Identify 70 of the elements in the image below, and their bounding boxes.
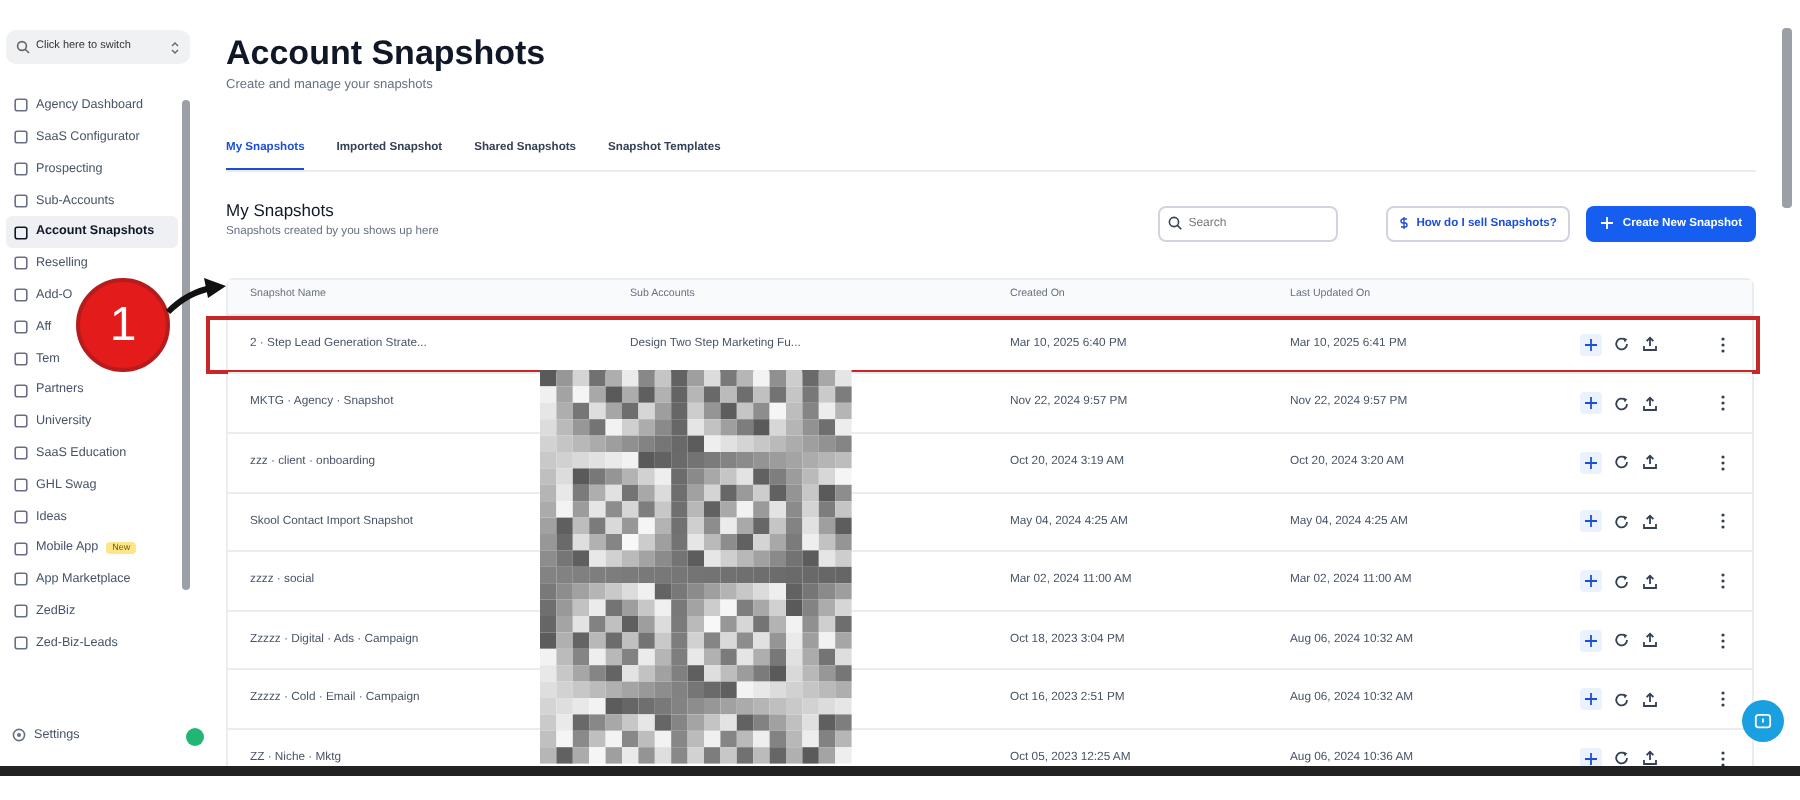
plus-icon xyxy=(1600,216,1615,231)
page-title: Account Snapshots xyxy=(226,36,548,70)
upload-button[interactable] xyxy=(1642,336,1658,353)
chat-icon xyxy=(1754,711,1772,731)
add-button[interactable] xyxy=(1580,629,1602,652)
plus-icon xyxy=(1584,514,1598,529)
upload-button[interactable] xyxy=(1642,632,1658,649)
nav-icon xyxy=(14,319,28,334)
plus-icon xyxy=(1584,337,1598,352)
upload-button[interactable] xyxy=(1642,513,1658,530)
nav-icon xyxy=(14,130,28,145)
nav-icon xyxy=(14,288,28,303)
add-button[interactable] xyxy=(1580,747,1602,766)
upload-button[interactable] xyxy=(1642,395,1658,412)
upload-button[interactable] xyxy=(1642,750,1658,766)
refresh-button[interactable] xyxy=(1614,632,1630,649)
dollar-icon xyxy=(1400,216,1409,231)
more-button[interactable] xyxy=(1720,512,1726,531)
nav-icon xyxy=(14,193,28,208)
nav-icon xyxy=(14,98,28,113)
nav-icon xyxy=(14,604,28,619)
nav-icon xyxy=(14,541,28,556)
status-dot xyxy=(186,728,204,746)
chat-button[interactable] xyxy=(1742,700,1784,742)
refresh-button[interactable] xyxy=(1614,336,1630,353)
add-button[interactable] xyxy=(1580,510,1602,533)
section-title: My Snapshots xyxy=(226,198,336,225)
plus-icon xyxy=(1584,396,1598,411)
more-button[interactable] xyxy=(1720,572,1726,591)
step-number-badge: 1 xyxy=(76,278,170,372)
refresh-button[interactable] xyxy=(1614,395,1630,412)
plus-icon xyxy=(1584,633,1598,648)
plus-icon xyxy=(1584,574,1598,589)
scrollbar[interactable] xyxy=(182,100,190,590)
nav-icon xyxy=(14,256,28,271)
add-button[interactable] xyxy=(1580,451,1602,474)
add-button[interactable] xyxy=(1580,688,1602,711)
nav-icon xyxy=(14,446,28,461)
search-icon xyxy=(16,40,30,54)
more-button[interactable] xyxy=(1720,631,1726,650)
refresh-button[interactable] xyxy=(1614,454,1630,471)
plus-icon xyxy=(1584,692,1598,707)
nav-icon xyxy=(14,635,28,650)
nav-icon xyxy=(14,509,28,524)
more-button[interactable] xyxy=(1720,453,1726,472)
nav-icon xyxy=(14,572,28,587)
nav-icon xyxy=(14,477,28,492)
more-button[interactable] xyxy=(1720,335,1726,354)
refresh-button[interactable] xyxy=(1614,573,1630,590)
add-button[interactable] xyxy=(1580,392,1602,415)
upload-button[interactable] xyxy=(1642,573,1658,590)
refresh-button[interactable] xyxy=(1614,513,1630,530)
more-button[interactable] xyxy=(1720,690,1726,709)
add-button[interactable] xyxy=(1580,333,1602,356)
plus-icon xyxy=(1584,455,1598,470)
upload-button[interactable] xyxy=(1642,454,1658,471)
nav-icon xyxy=(14,225,28,240)
settings-icon xyxy=(12,728,26,743)
add-button[interactable] xyxy=(1580,570,1602,593)
plus-icon xyxy=(1584,751,1598,766)
refresh-button[interactable] xyxy=(1614,750,1630,766)
nav-icon xyxy=(14,383,28,398)
refresh-button[interactable] xyxy=(1614,691,1630,708)
chevron-updown-icon xyxy=(170,39,180,55)
nav-icon xyxy=(14,351,28,366)
scrollbar[interactable] xyxy=(1782,28,1792,208)
upload-button[interactable] xyxy=(1642,691,1658,708)
more-button[interactable] xyxy=(1720,394,1726,413)
nav-icon xyxy=(14,414,28,429)
nav-icon xyxy=(14,161,28,176)
